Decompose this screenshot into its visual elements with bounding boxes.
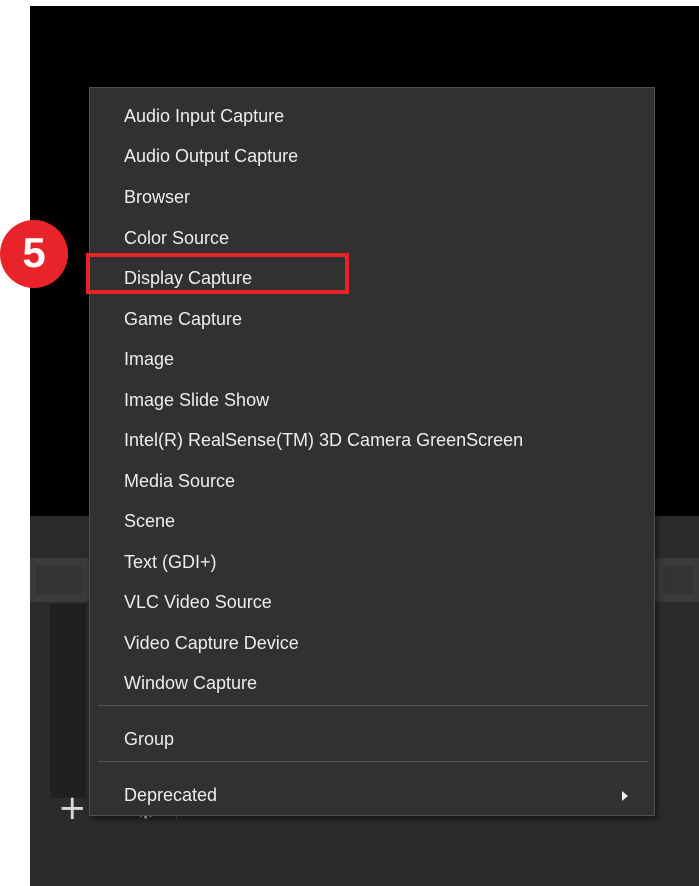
- menu-separator: [98, 761, 648, 762]
- menu-item-browser[interactable]: Browser: [90, 182, 654, 212]
- menu-separator: [98, 705, 648, 706]
- menu-item-media-source[interactable]: Media Source: [90, 466, 654, 496]
- menu-item-window-capture[interactable]: Window Capture: [90, 668, 654, 698]
- menu-item-label: Audio Output Capture: [124, 146, 299, 166]
- menu-item-label: Deprecated: [124, 785, 218, 805]
- menu-item-label: Text (GDI+): [124, 552, 217, 572]
- dock-tab[interactable]: [663, 566, 693, 594]
- submenu-arrow-icon: [622, 791, 628, 801]
- menu-item-scene[interactable]: Scene: [90, 506, 654, 536]
- menu-item-realsense-greenscreen[interactable]: Intel(R) RealSense(TM) 3D Camera GreenSc…: [90, 425, 654, 455]
- step-badge: 5: [0, 220, 68, 288]
- menu-item-group[interactable]: Group: [90, 724, 654, 754]
- menu-item-game-capture[interactable]: Game Capture: [90, 304, 654, 334]
- menu-item-label: Image: [124, 349, 175, 369]
- add-source-menu: Audio Input Capture Audio Output Capture…: [89, 87, 655, 816]
- menu-item-text-gdi[interactable]: Text (GDI+): [90, 547, 654, 577]
- menu-item-image-slide-show[interactable]: Image Slide Show: [90, 385, 654, 415]
- menu-item-label: Media Source: [124, 471, 236, 491]
- menu-item-label: Image Slide Show: [124, 390, 270, 410]
- menu-item-vlc-video-source[interactable]: VLC Video Source: [90, 587, 654, 617]
- menu-item-color-source[interactable]: Color Source: [90, 223, 654, 253]
- menu-item-label: Window Capture: [124, 673, 258, 693]
- menu-item-audio-input-capture[interactable]: Audio Input Capture: [90, 101, 654, 131]
- menu-item-label: Browser: [124, 187, 191, 207]
- menu-item-label: Intel(R) RealSense(TM) 3D Camera GreenSc…: [124, 430, 524, 450]
- dock-tab[interactable]: [36, 566, 82, 594]
- menu-item-audio-output-capture[interactable]: Audio Output Capture: [90, 141, 654, 171]
- menu-item-label: VLC Video Source: [124, 592, 272, 612]
- plus-icon[interactable]: +: [58, 789, 87, 827]
- highlight-box: [86, 253, 349, 294]
- menu-item-label: Game Capture: [124, 309, 243, 329]
- sources-list[interactable]: [50, 604, 86, 798]
- menu-item-deprecated[interactable]: Deprecated: [90, 780, 654, 810]
- menu-item-label: Group: [124, 729, 175, 749]
- menu-item-label: Audio Input Capture: [124, 106, 285, 126]
- menu-item-label: Video Capture Device: [124, 633, 299, 653]
- menu-item-video-capture-device[interactable]: Video Capture Device: [90, 628, 654, 658]
- menu-item-label: Scene: [124, 511, 176, 531]
- menu-item-label: Color Source: [124, 228, 230, 248]
- menu-item-image[interactable]: Image: [90, 344, 654, 374]
